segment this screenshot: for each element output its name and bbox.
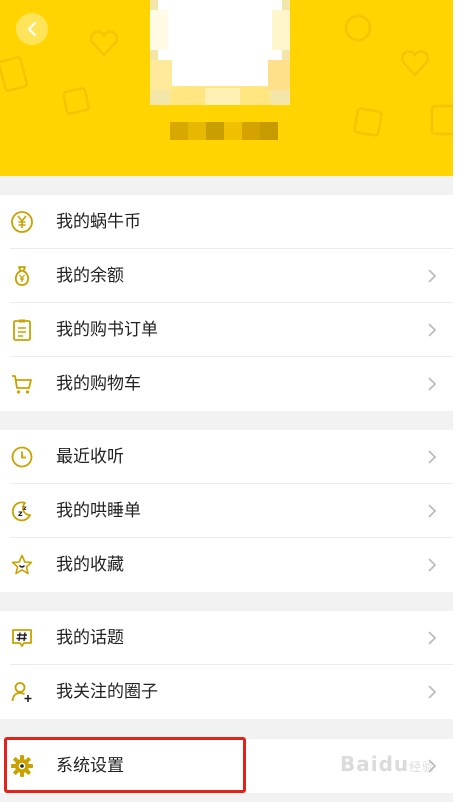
doodle-bag-icon	[62, 87, 90, 115]
svg-text:z: z	[23, 505, 27, 512]
menu-item-label: 我的蜗牛币	[56, 212, 141, 232]
menu-item-snail-coins[interactable]: 我的蜗牛币	[0, 195, 453, 249]
listening-group: 最近收听 zz 我的哄睡单 我的收藏	[0, 430, 453, 592]
menu-item-label: 我关注的圈子	[56, 682, 158, 702]
menu-item-topics[interactable]: 我的话题	[0, 611, 453, 665]
wallet-group: 我的蜗牛币 我的余额 我的购书订单 我的购物车	[0, 195, 453, 411]
menu-item-followed-circles[interactable]: 我关注的圈子	[0, 665, 453, 719]
profile-header	[0, 0, 453, 176]
right-edge	[453, 0, 460, 802]
menu-item-cart[interactable]: 我的购物车	[0, 357, 453, 411]
menu-item-label: 我的余额	[56, 266, 124, 286]
menu-item-label: 最近收听	[56, 447, 124, 467]
chevron-right-icon	[428, 377, 437, 391]
hashtag-icon	[10, 626, 34, 650]
sleep-moon-icon: zz	[10, 499, 34, 523]
chevron-right-icon	[428, 558, 437, 572]
doodle-book2-icon	[430, 104, 453, 136]
cart-icon	[10, 372, 34, 396]
follow-user-icon	[10, 680, 34, 704]
chevron-left-icon	[27, 21, 37, 37]
chevron-right-icon	[428, 685, 437, 699]
order-list-icon	[10, 318, 34, 342]
doodle-cup-icon	[344, 14, 372, 42]
chevron-right-icon	[428, 269, 437, 283]
menu-item-label: 系统设置	[56, 756, 124, 776]
doodle-heart2-icon	[400, 50, 430, 77]
chevron-right-icon	[428, 504, 437, 518]
clock-icon	[10, 445, 34, 469]
chevron-right-icon	[428, 450, 437, 464]
chevron-right-icon	[428, 631, 437, 645]
money-bag-icon	[10, 264, 34, 288]
yuan-coin-icon	[10, 210, 34, 234]
menu-item-label: 我的收藏	[56, 555, 124, 575]
doodle-heart-icon	[89, 30, 119, 57]
menu-item-label: 我的购书订单	[56, 320, 158, 340]
menu-item-sleep-list[interactable]: zz 我的哄睡单	[0, 484, 453, 538]
menu-item-book-orders[interactable]: 我的购书订单	[0, 303, 453, 357]
nickname-text	[170, 122, 278, 140]
star-icon	[10, 553, 34, 577]
community-group: 我的话题 我关注的圈子	[0, 611, 453, 719]
menu-item-recent-listening[interactable]: 最近收听	[0, 430, 453, 484]
menu-item-balance[interactable]: 我的余额	[0, 249, 453, 303]
baidu-watermark: Baidu经验	[340, 752, 436, 776]
doodle-book-icon	[0, 56, 29, 92]
menu-item-favorites[interactable]: 我的收藏	[0, 538, 453, 592]
doodle-bag2-icon	[353, 107, 383, 137]
menu-item-label: 我的购物车	[56, 374, 141, 394]
avatar[interactable]	[150, 0, 290, 105]
chevron-right-icon	[428, 323, 437, 337]
gear-icon	[10, 754, 34, 778]
menu-item-label: 我的哄睡单	[56, 501, 141, 521]
menu-item-label: 我的话题	[56, 628, 124, 648]
back-button[interactable]	[16, 13, 48, 45]
